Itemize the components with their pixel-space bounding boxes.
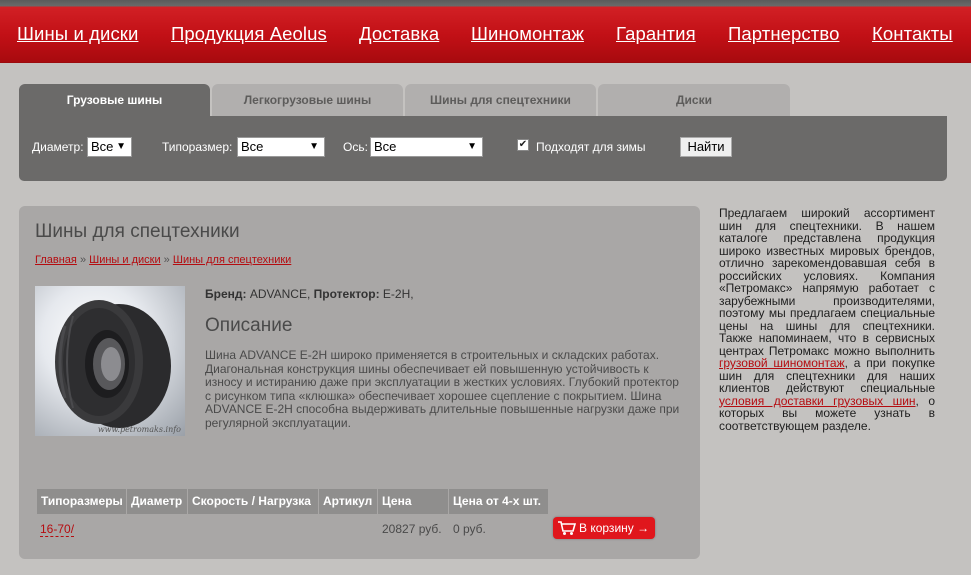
nav-link-partnership[interactable]: Партнерство: [728, 23, 839, 45]
column-header-sizes: Типоразмеры: [37, 489, 126, 514]
page-title: Шины для спецтехники: [35, 221, 240, 242]
tire-size-select[interactable]: Все ▼: [237, 137, 325, 157]
chevron-down-icon: ▼: [309, 141, 319, 152]
price-4pcs-value: 0 руб.: [453, 522, 486, 536]
tab-light-truck-tires[interactable]: Легкогрузовые шины: [212, 84, 403, 116]
add-to-cart-button[interactable]: В корзину →: [553, 517, 655, 539]
table-row: 16-70/: [40, 522, 75, 537]
nav-link-contacts[interactable]: Контакты: [872, 23, 953, 45]
tire-size-select-value: Все: [241, 139, 264, 154]
image-watermark: www.petromaks.info: [98, 425, 181, 434]
diameter-label: Диаметр:: [32, 140, 84, 154]
chevron-down-icon: ▼: [116, 141, 126, 152]
tire-size-link[interactable]: 16-70/: [40, 522, 75, 537]
tire-size-label: Типоразмер:: [162, 140, 233, 154]
brand-value: ADVANCE,: [249, 287, 311, 301]
breadcrumb-link-tires-and-wheels[interactable]: Шины и диски: [89, 254, 160, 266]
sidebar-text: Предлагаем широкий ассортимент шин для с…: [719, 207, 935, 432]
tread-label: Протектор:: [313, 287, 380, 301]
axis-label: Ось:: [343, 140, 368, 154]
filter-bar: [19, 116, 947, 181]
breadcrumb-separator: »: [79, 254, 87, 266]
price-value: 20827 руб.: [382, 522, 442, 536]
axis-select-value: Все: [374, 139, 397, 154]
breadcrumb-link-special-tires[interactable]: Шины для спецтехники: [173, 254, 291, 266]
sidebar-paragraph-1: Предлагаем широкий ассортимент шин для с…: [719, 206, 935, 358]
tab-wheels[interactable]: Диски: [598, 84, 790, 116]
search-button[interactable]: Найти: [680, 137, 732, 157]
product-description: Шина ADVANCE E-2H широко применяется в с…: [205, 348, 680, 430]
nav-link-tires-and-wheels[interactable]: Шины и диски: [17, 23, 138, 45]
column-header-price-4pcs: Цена от 4-х шт.: [449, 489, 548, 514]
breadcrumb: Главная » Шины и диски » Шины для спецте…: [35, 254, 291, 266]
nav-link-warranty[interactable]: Гарантия: [616, 23, 696, 45]
top-navigation: Шины и диски Продукция Aeolus Доставка Ш…: [0, 0, 971, 63]
winter-checkbox-label: Подходят для зимы: [536, 140, 646, 154]
column-header-diameter: Диаметр: [127, 489, 187, 514]
nav-link-tire-fitting[interactable]: Шиномонтаж: [471, 23, 584, 45]
column-header-article: Артикул: [319, 489, 377, 514]
cart-icon: [558, 521, 577, 535]
breadcrumb-separator: »: [163, 254, 170, 266]
axis-select[interactable]: Все ▼: [370, 137, 483, 157]
description-heading: Описание: [205, 315, 293, 336]
diameter-select[interactable]: Все ▼: [87, 137, 132, 157]
tab-special-machinery-tires[interactable]: Шины для спецтехники: [405, 84, 596, 116]
product-attributes: Бренд: ADVANCE, Протектор: E-2H,: [205, 287, 414, 301]
breadcrumb-link-home[interactable]: Главная: [35, 254, 77, 266]
nav-link-delivery[interactable]: Доставка: [359, 23, 439, 45]
tire-product-image: www.petromaks.info: [35, 286, 185, 436]
nav-link-aeolus-products[interactable]: Продукция Aeolus: [171, 23, 327, 45]
chevron-down-icon: ▼: [467, 141, 477, 152]
winter-checkbox[interactable]: ✔: [517, 139, 529, 151]
brand-label: Бренд:: [205, 287, 247, 301]
diameter-select-value: Все: [91, 139, 114, 154]
tread-value: E-2H,: [382, 287, 414, 301]
tab-truck-tires[interactable]: Грузовые шины: [19, 84, 210, 116]
add-to-cart-label: В корзину →: [579, 521, 650, 535]
tire-icon: www.petromaks.info: [55, 300, 181, 434]
column-header-speed-load: Скорость / Нагрузка: [188, 489, 318, 514]
column-header-price: Цена: [378, 489, 448, 514]
